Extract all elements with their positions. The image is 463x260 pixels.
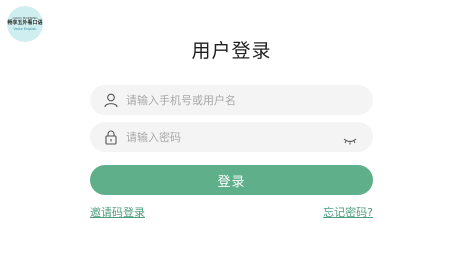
password-field[interactable] bbox=[90, 122, 373, 152]
logo-main-text: 畅享五外看口语 bbox=[7, 20, 43, 26]
logo-sub-text: Voice English bbox=[13, 27, 37, 31]
forgot-password-link[interactable]: 忘记密码? bbox=[323, 204, 373, 220]
invite-code-login-link[interactable]: 邀请码登录 bbox=[90, 204, 145, 220]
page-title: 用户登录 bbox=[191, 40, 272, 62]
phone-field[interactable] bbox=[90, 85, 373, 115]
user-icon bbox=[102, 91, 120, 109]
login-button[interactable]: 登录 bbox=[90, 165, 373, 195]
phone-input[interactable] bbox=[126, 93, 326, 107]
lock-icon bbox=[102, 128, 120, 146]
eye-closed-icon[interactable] bbox=[343, 131, 357, 145]
password-input[interactable] bbox=[126, 130, 326, 144]
